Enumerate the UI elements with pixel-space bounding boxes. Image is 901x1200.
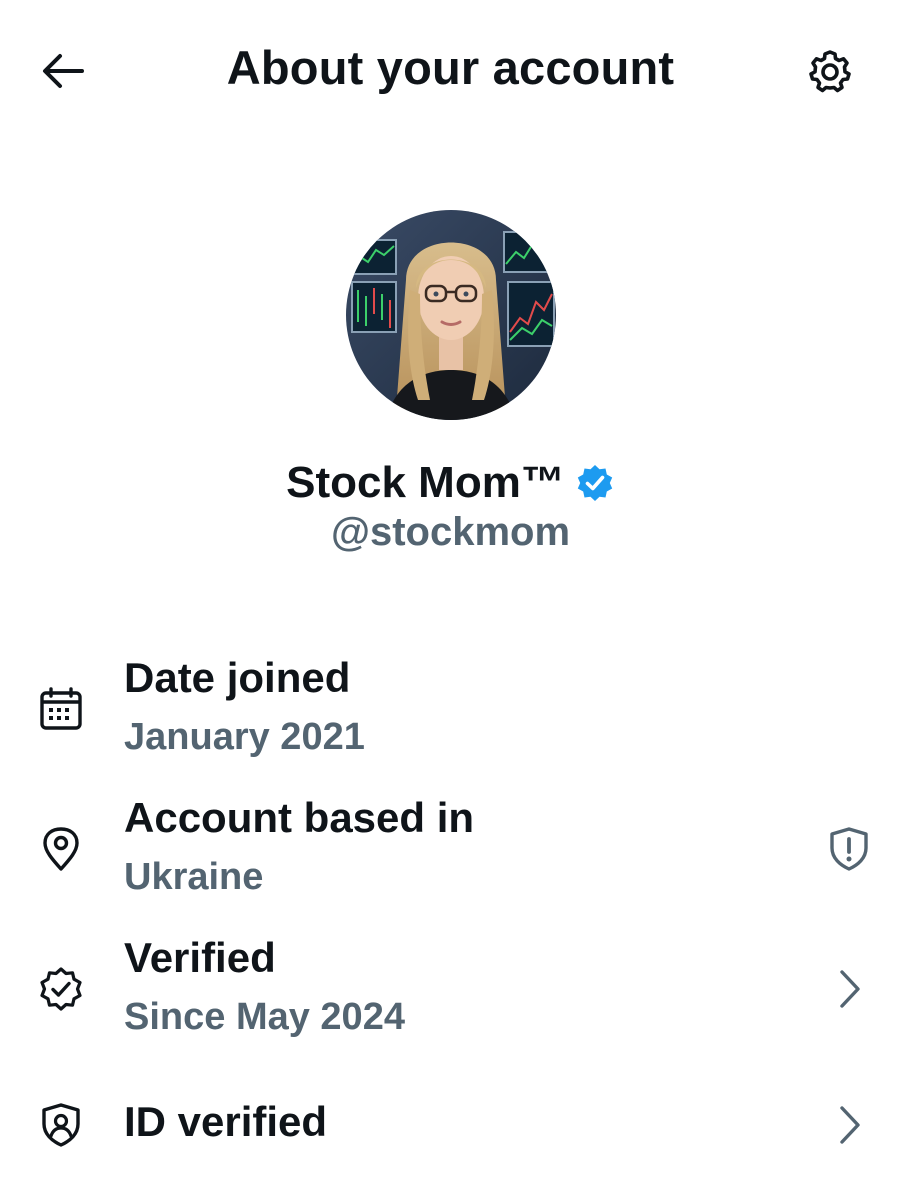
chevron-right-icon <box>840 970 860 1008</box>
shield-alert-icon[interactable] <box>826 826 872 872</box>
id-verified-row[interactable]: ID verified <box>0 1090 901 1170</box>
display-name-row: Stock Mom™ <box>0 458 901 508</box>
username-handle: @stockmom <box>330 510 571 554</box>
settings-button[interactable] <box>804 48 856 96</box>
account-based-in-value: Ukraine <box>124 856 264 898</box>
top-bar: About your account <box>0 0 901 140</box>
id-shield-icon <box>42 1103 80 1147</box>
chevron-right-icon <box>840 1106 860 1144</box>
verified-badge-icon <box>577 465 613 501</box>
verified-badge-icon <box>40 967 82 1011</box>
verified-row[interactable]: Verified Since May 2024 <box>0 930 901 1050</box>
id-verified-label: ID verified <box>124 1098 328 1145</box>
date-joined-label: Date joined <box>124 654 351 701</box>
display-name: Stock Mom™ <box>286 458 565 507</box>
profile-avatar[interactable] <box>346 210 556 420</box>
date-joined-row: Date joined January 2021 <box>0 650 901 770</box>
profile-photo <box>346 210 556 420</box>
page-title: About your account <box>226 41 675 94</box>
account-based-in-row: Account based in Ukraine <box>0 790 901 910</box>
verified-label: Verified <box>124 934 276 981</box>
date-joined-value: January 2021 <box>124 716 365 758</box>
calendar-icon <box>40 687 82 730</box>
verified-value: Since May 2024 <box>124 996 405 1038</box>
account-based-in-label: Account based in <box>124 794 475 841</box>
gear-icon <box>809 50 851 93</box>
location-pin-icon <box>43 827 79 871</box>
